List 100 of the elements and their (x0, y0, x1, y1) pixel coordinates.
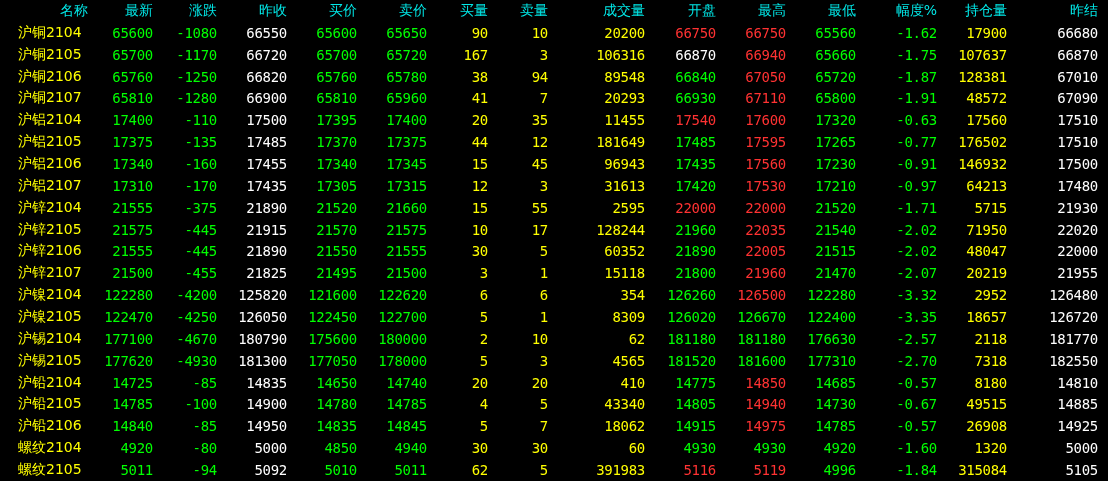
price-cell: 14785 (386, 396, 427, 413)
price-cell: 21960 (745, 265, 786, 282)
price-cell: 4930 (683, 440, 716, 457)
contract-name: 沪铝2104 (17, 111, 82, 130)
contract-name: 沪铅2105 (17, 395, 82, 414)
column-header[interactable]: 最低 (786, 1, 856, 20)
volume-cell: 90 (471, 24, 488, 41)
price-cell: 17320 (815, 112, 856, 129)
volume-cell: 12 (531, 134, 548, 151)
volume-cell: 3 (479, 265, 488, 282)
price-cell: 17595 (745, 134, 786, 151)
volume-cell: 55 (531, 199, 548, 216)
volume-cell: 106316 (596, 46, 645, 63)
price-cell: 21550 (316, 243, 357, 260)
price-cell: 5010 (324, 462, 357, 479)
volume-cell: 181649 (596, 134, 645, 151)
price-cell: 14685 (815, 374, 856, 391)
volume-cell: 6 (539, 287, 548, 304)
price-cell: 17310 (112, 177, 153, 194)
contract-name: 沪铝2105 (17, 133, 82, 152)
volume-cell: 2952 (974, 287, 1007, 304)
volume-cell: 7 (539, 418, 548, 435)
price-cell: 126480 (1049, 287, 1098, 304)
column-header[interactable]: 最高 (716, 1, 786, 20)
volume-cell: 3 (539, 177, 548, 194)
column-header[interactable]: 涨跌 (153, 1, 217, 20)
price-cell: 66550 (246, 24, 287, 41)
column-header[interactable]: 买价 (287, 1, 357, 20)
volume-cell: 2118 (974, 330, 1007, 347)
price-cell: 126500 (737, 287, 786, 304)
column-header[interactable]: 昨收 (217, 1, 287, 20)
price-cell: 21540 (815, 221, 856, 238)
price-cell: 21495 (316, 265, 357, 282)
change-cell: -100 (184, 396, 217, 413)
price-cell: 65600 (316, 24, 357, 41)
volume-cell: 12 (471, 177, 488, 194)
column-header[interactable]: 买量 (427, 1, 488, 20)
price-cell: 21825 (246, 265, 287, 282)
price-cell: 14740 (386, 374, 427, 391)
price-cell: 17485 (675, 134, 716, 151)
column-header[interactable]: 幅度% (856, 1, 937, 20)
price-cell: 17435 (246, 177, 287, 194)
price-cell: 17510 (1057, 112, 1098, 129)
price-cell: 66900 (246, 90, 287, 107)
price-cell: 17500 (1057, 155, 1098, 172)
volume-cell: 315084 (958, 462, 1007, 479)
change-cell: -1080 (176, 24, 217, 41)
volume-cell: 20200 (604, 24, 645, 41)
price-cell: 17395 (316, 112, 357, 129)
price-cell: 21890 (246, 199, 287, 216)
price-cell: 14780 (316, 396, 357, 413)
price-cell: 181520 (667, 352, 716, 369)
change-cell: -4670 (176, 330, 217, 347)
price-cell: 21575 (112, 221, 153, 238)
column-header[interactable]: 成交量 (548, 1, 645, 20)
volume-cell: 5 (539, 396, 548, 413)
price-cell: 5011 (120, 462, 153, 479)
price-cell: 14845 (386, 418, 427, 435)
volume-cell: 5 (539, 243, 548, 260)
volume-cell: 354 (620, 287, 645, 304)
percent-cell: -0.91 (896, 155, 937, 172)
price-cell: 17540 (675, 112, 716, 129)
price-cell: 17480 (1057, 177, 1098, 194)
price-cell: 122450 (308, 309, 357, 325)
price-cell: 126670 (737, 309, 786, 325)
price-cell: 126020 (667, 309, 716, 325)
price-cell: 5119 (753, 462, 786, 479)
volume-cell: 107637 (958, 46, 1007, 63)
volume-cell: 15118 (604, 265, 645, 282)
price-cell: 17600 (745, 112, 786, 129)
volume-cell: 15 (471, 155, 488, 172)
volume-cell: 8309 (612, 309, 645, 325)
column-header[interactable]: 昨结 (1007, 1, 1098, 20)
column-header[interactable]: 卖量 (488, 1, 548, 20)
volume-cell: 5 (479, 418, 488, 435)
volume-cell: 7 (539, 90, 548, 107)
volume-cell: 8180 (974, 374, 1007, 391)
change-cell: -170 (184, 177, 217, 194)
price-cell: 122470 (104, 309, 153, 325)
change-cell: -94 (192, 462, 217, 479)
change-cell: -4250 (176, 309, 217, 325)
contract-name: 沪锌2104 (17, 198, 82, 217)
price-cell: 21890 (246, 243, 287, 260)
volume-cell: 5 (479, 352, 488, 369)
change-cell: -110 (184, 112, 217, 129)
column-header[interactable]: 持仓量 (937, 1, 1007, 20)
column-header[interactable]: 卖价 (357, 1, 427, 20)
column-header[interactable]: 名称 (0, 1, 88, 20)
price-cell: 122280 (807, 287, 856, 304)
volume-cell: 6 (479, 287, 488, 304)
contract-name: 沪锡2104 (17, 329, 82, 348)
volume-cell: 44 (471, 134, 488, 151)
volume-cell: 10 (531, 330, 548, 347)
percent-cell: -2.70 (896, 352, 937, 369)
contract-name: 螺纹2105 (17, 461, 82, 480)
column-header[interactable]: 最新 (88, 1, 153, 20)
column-header[interactable]: 开盘 (645, 1, 716, 20)
price-cell: 176630 (807, 330, 856, 347)
volume-cell: 31613 (604, 177, 645, 194)
volume-cell: 94 (531, 68, 548, 85)
